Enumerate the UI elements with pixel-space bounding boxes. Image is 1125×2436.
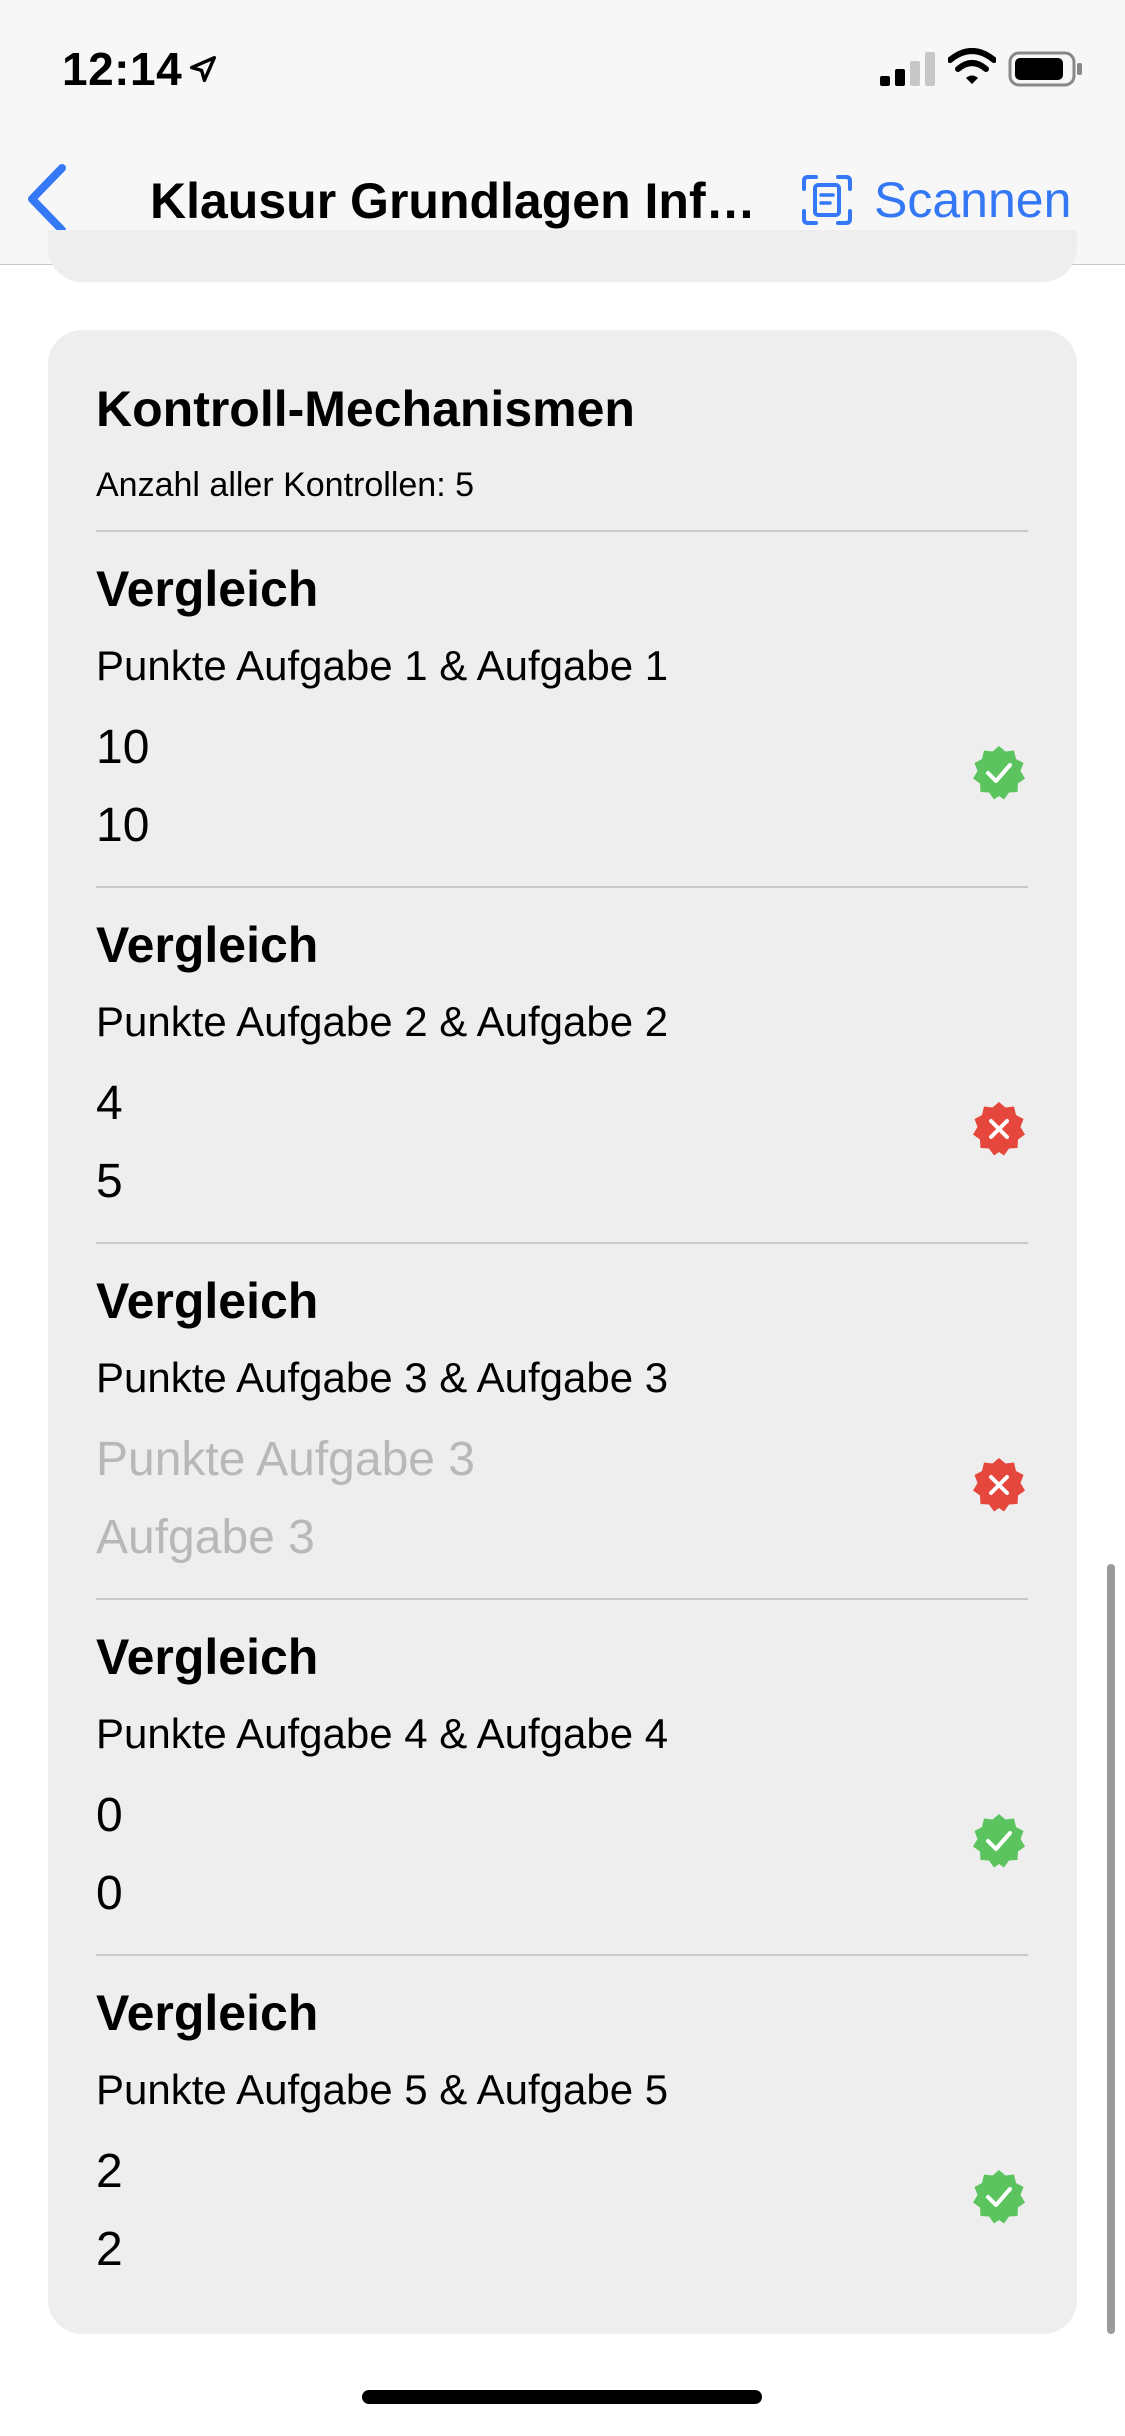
comparison-item: Vergleich Punkte Aufgabe 2 & Aufgabe 2 4… — [96, 888, 1028, 1244]
page-title: Klausur Grundlagen Info… — [150, 173, 780, 229]
comparison-value-1: 10 — [96, 721, 150, 774]
back-chevron-icon[interactable] — [18, 162, 78, 236]
comparison-title: Vergleich — [96, 561, 319, 617]
comparison-title: Vergleich — [96, 917, 319, 973]
controls-count: Anzahl aller Kontrollen: 5 — [96, 466, 475, 504]
control-mechanisms-card: Kontroll-Mechanismen Anzahl aller Kontro… — [48, 330, 1077, 2334]
comparison-value-1: 4 — [96, 1077, 123, 1130]
comparison-description: Punkte Aufgabe 4 & Aufgabe 4 — [96, 1710, 669, 1757]
home-indicator[interactable] — [362, 2390, 762, 2404]
status-bar: 12:14 — [0, 0, 1125, 132]
scan-label: Scannen — [874, 172, 1072, 228]
comparison-description: Punkte Aufgabe 1 & Aufgabe 1 — [96, 642, 669, 689]
xmark-seal-icon — [973, 1458, 1025, 1512]
comparison-value-2: 5 — [96, 1155, 123, 1208]
comparison-value-1-placeholder: Punkte Aufgabe 3 — [96, 1433, 475, 1486]
battery-icon — [1008, 51, 1082, 87]
status-time: 12:14 — [62, 43, 183, 95]
comparison-value-2: 0 — [96, 1867, 123, 1920]
location-arrow-icon — [189, 55, 217, 83]
document-scan-icon — [802, 175, 852, 225]
comparison-value-2: 10 — [96, 799, 150, 852]
comparison-item: Vergleich Punkte Aufgabe 4 & Aufgabe 4 0… — [96, 1600, 1028, 1956]
scan-button[interactable]: Scannen — [800, 170, 1071, 230]
card-title: Kontroll-Mechanismen — [96, 381, 635, 437]
checkmark-seal-icon — [973, 746, 1025, 800]
comparison-item: Vergleich Punkte Aufgabe 5 & Aufgabe 5 2… — [96, 1956, 1028, 2312]
comparison-title: Vergleich — [96, 1985, 319, 2041]
cellular-signal-icon — [880, 52, 935, 86]
checkmark-seal-icon — [973, 2170, 1025, 2224]
comparison-value-1: 2 — [96, 2145, 123, 2198]
comparison-description: Punkte Aufgabe 2 & Aufgabe 2 — [96, 998, 669, 1045]
wifi-icon — [948, 48, 996, 84]
previous-card-bottom — [48, 230, 1077, 282]
comparison-value-2-placeholder: Aufgabe 3 — [96, 1511, 315, 1564]
comparison-value-1: 0 — [96, 1789, 123, 1842]
comparison-description: Punkte Aufgabe 5 & Aufgabe 5 — [96, 2066, 669, 2113]
comparison-title: Vergleich — [96, 1629, 319, 1685]
comparison-item: Vergleich Punkte Aufgabe 3 & Aufgabe 3 P… — [96, 1244, 1028, 1600]
xmark-seal-icon — [973, 1102, 1025, 1156]
comparison-value-2: 2 — [96, 2223, 123, 2276]
comparison-title: Vergleich — [96, 1273, 319, 1329]
checkmark-seal-icon — [973, 1814, 1025, 1868]
scroll-indicator[interactable] — [1107, 1564, 1115, 2334]
comparison-item: Vergleich Punkte Aufgabe 1 & Aufgabe 1 1… — [96, 532, 1028, 888]
comparison-description: Punkte Aufgabe 3 & Aufgabe 3 — [96, 1354, 669, 1401]
